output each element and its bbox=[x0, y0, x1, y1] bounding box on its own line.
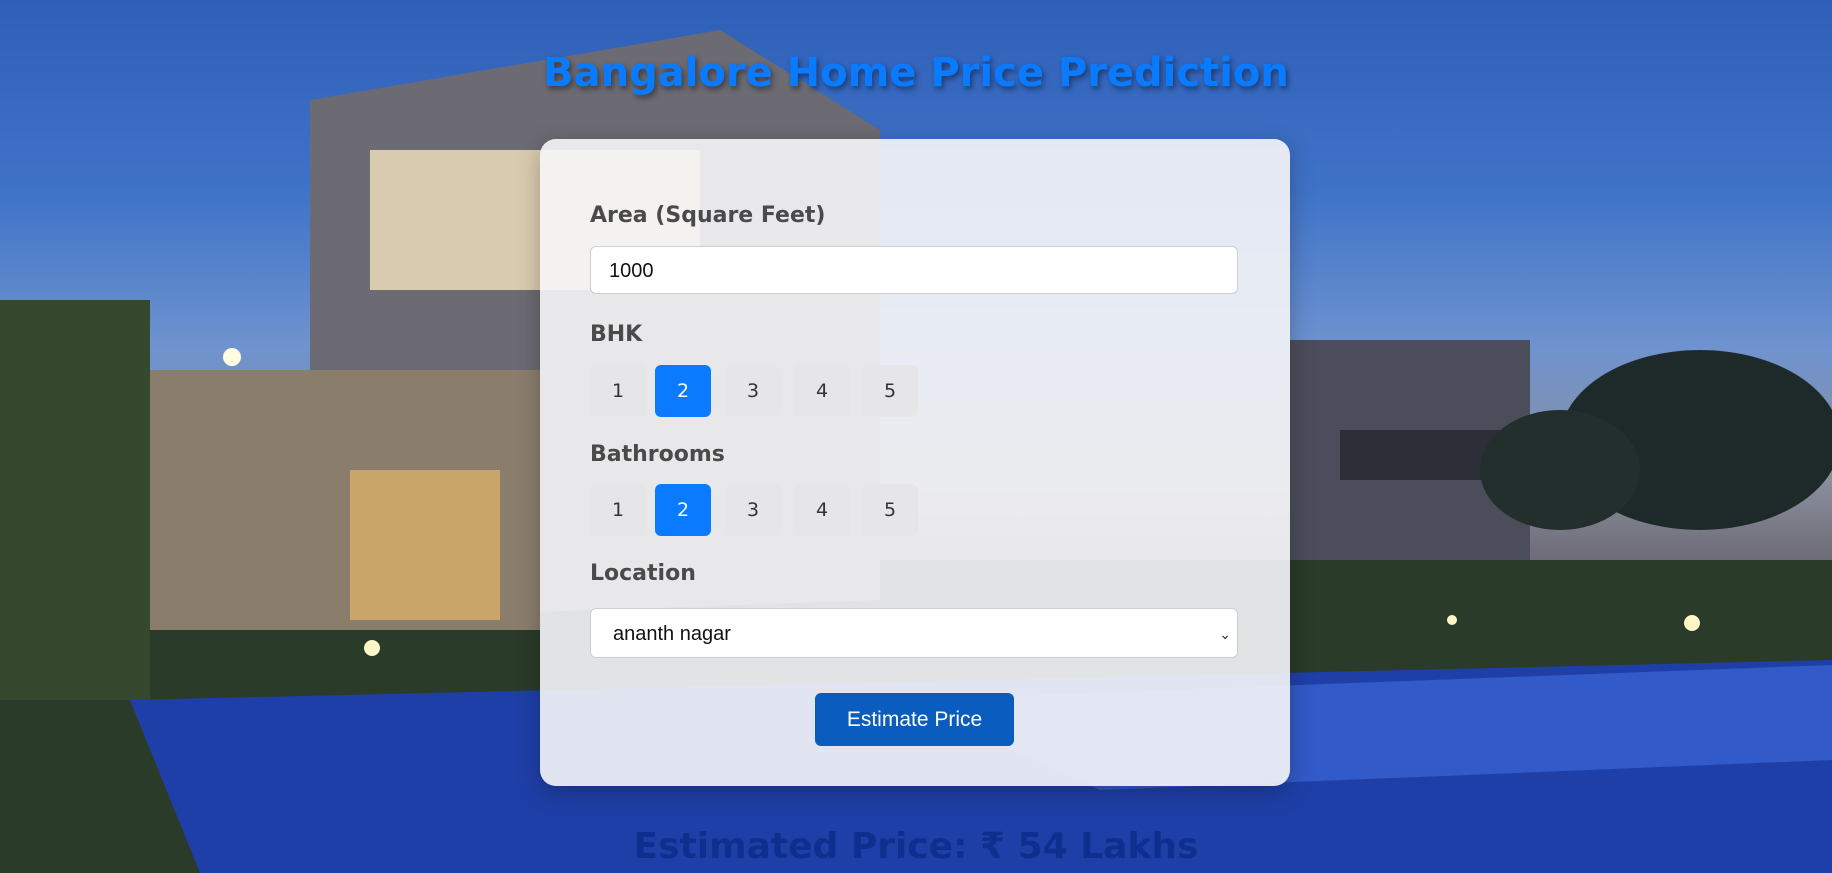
bhk-option-1[interactable]: 1 bbox=[590, 365, 646, 417]
location-select[interactable]: ananth nagar ⌄ bbox=[590, 608, 1238, 658]
area-input[interactable]: 1000 bbox=[590, 246, 1238, 294]
bath-option-1[interactable]: 1 bbox=[590, 484, 646, 536]
estimated-price-result: Estimated Price: ₹ 54 Lakhs bbox=[633, 826, 1199, 867]
bathrooms-label: Bathrooms bbox=[590, 442, 725, 467]
location-selected-value: ananth nagar bbox=[613, 623, 731, 645]
chevron-down-icon: ⌄ bbox=[1219, 626, 1231, 642]
area-label: Area (Square Feet) bbox=[590, 203, 826, 228]
bath-option-3[interactable]: 3 bbox=[725, 484, 781, 536]
page-title: Bangalore Home Price Prediction bbox=[543, 50, 1289, 96]
bath-option-5[interactable]: 5 bbox=[862, 484, 918, 536]
bhk-label: BHK bbox=[590, 322, 643, 347]
bath-option-4[interactable]: 4 bbox=[794, 484, 850, 536]
estimate-price-button[interactable]: Estimate Price bbox=[815, 693, 1014, 746]
bhk-option-3[interactable]: 3 bbox=[725, 365, 781, 417]
location-label: Location bbox=[590, 561, 696, 586]
prediction-form-card: Area (Square Feet) 1000 BHK 1 2 3 4 5 Ba… bbox=[540, 139, 1290, 786]
bhk-option-4[interactable]: 4 bbox=[794, 365, 850, 417]
bath-option-2[interactable]: 2 bbox=[655, 484, 711, 536]
bhk-option-2[interactable]: 2 bbox=[655, 365, 711, 417]
bhk-option-5[interactable]: 5 bbox=[862, 365, 918, 417]
